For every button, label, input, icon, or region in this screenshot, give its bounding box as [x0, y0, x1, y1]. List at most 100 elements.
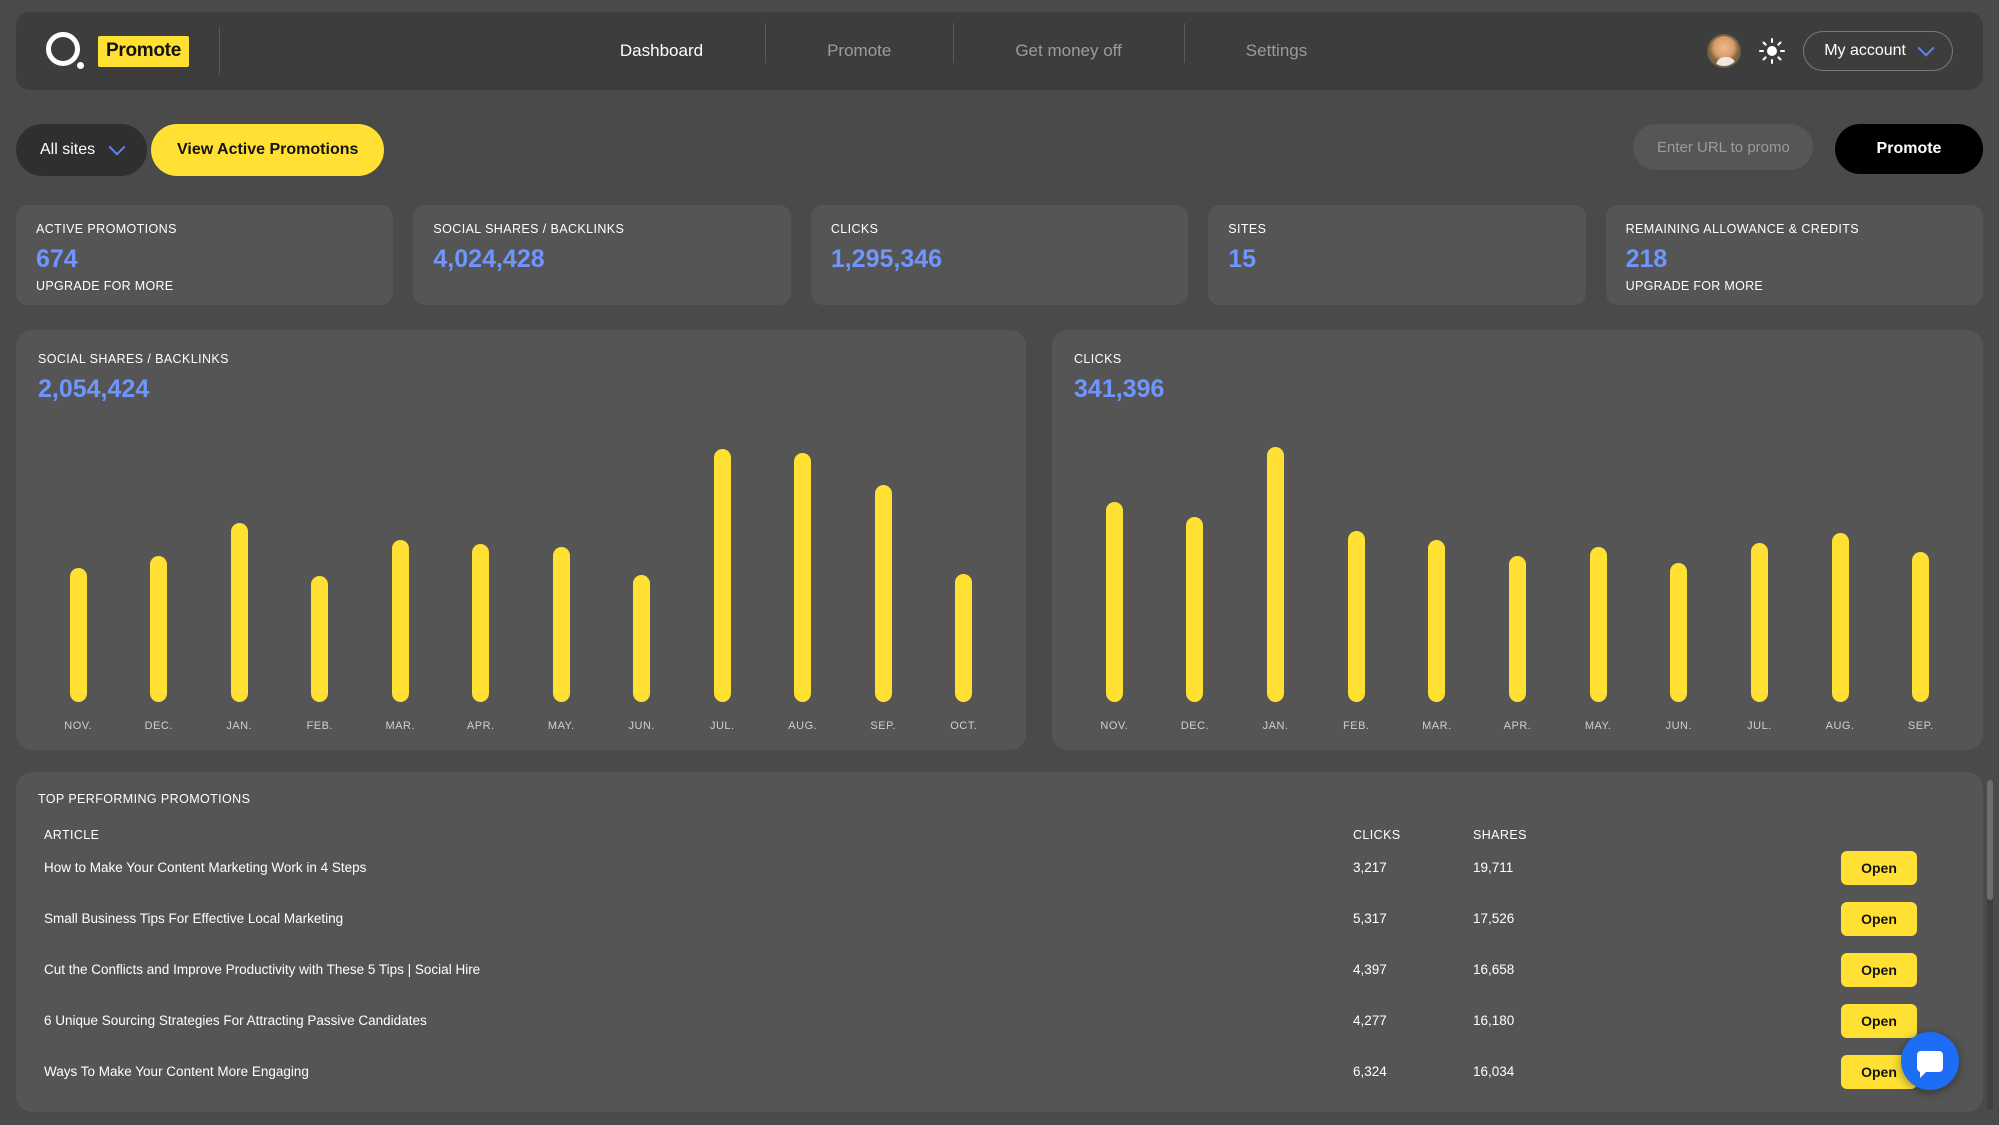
kpi-label: SOCIAL SHARES / BACKLINKS	[433, 222, 770, 236]
user-avatar[interactable]	[1707, 34, 1741, 68]
table-row: How to Make Your Content Marketing Work …	[38, 842, 1961, 893]
open-button[interactable]: Open	[1841, 902, 1917, 936]
open-button[interactable]: Open	[1841, 851, 1917, 885]
cell-shares: 16,180	[1473, 1013, 1723, 1028]
kpi-card-active-promotions: ACTIVE PROMOTIONS 674 UPGRADE FOR MORE	[16, 205, 393, 305]
cell-shares: 16,658	[1473, 962, 1723, 977]
sun-icon[interactable]	[1759, 38, 1785, 64]
bar-column	[1155, 440, 1236, 702]
column-header-article: ARTICLE	[38, 828, 1353, 842]
bar-column	[682, 440, 763, 702]
open-button[interactable]: Open	[1841, 1004, 1917, 1038]
bar	[633, 575, 650, 702]
bar	[311, 576, 328, 702]
main-nav: Dashboard Promote Get money off Settings	[220, 41, 1707, 61]
brand-name: Promote	[98, 36, 189, 67]
bar	[1348, 531, 1365, 702]
chart-clicks: CLICKS 341,396 NOV.DEC.JAN.FEB.MAR.APR.M…	[1052, 330, 1983, 750]
cell-article: Ways To Make Your Content More Engaging	[38, 1064, 1353, 1079]
cell-clicks: 4,277	[1353, 1013, 1473, 1028]
bar-series-left	[38, 440, 1004, 702]
brand-logo[interactable]: Promote	[16, 32, 189, 70]
cell-article: Cut the Conflicts and Improve Productivi…	[38, 962, 1353, 977]
kpi-card-clicks: CLICKS 1,295,346	[811, 205, 1188, 305]
kpi-label: CLICKS	[831, 222, 1168, 236]
bar	[1428, 540, 1445, 702]
cell-article: How to Make Your Content Marketing Work …	[38, 860, 1353, 875]
promote-button[interactable]: Promote	[1835, 124, 1983, 174]
bar-column	[119, 440, 200, 702]
axis-tick-label: MAR.	[1397, 720, 1478, 732]
kpi-label: SITES	[1228, 222, 1565, 236]
cell-action: Open	[1723, 953, 1961, 987]
bar	[875, 485, 892, 702]
kpi-value: 4,024,428	[433, 245, 770, 274]
view-active-promotions-button[interactable]: View Active Promotions	[151, 124, 384, 176]
bar-column	[280, 440, 361, 702]
all-sites-dropdown[interactable]: All sites	[16, 124, 147, 176]
bar-column	[38, 440, 119, 702]
bar	[150, 556, 167, 702]
circle-o-logo-icon	[46, 32, 84, 70]
bar-column	[441, 440, 522, 702]
axis-tick-label: APR.	[1477, 720, 1558, 732]
kpi-value: 15	[1228, 245, 1565, 274]
page-scrollbar[interactable]	[1987, 780, 1993, 1110]
bar	[1670, 563, 1687, 702]
table-row: Ways To Make Your Content More Engaging6…	[38, 1046, 1961, 1097]
kpi-label: ACTIVE PROMOTIONS	[36, 222, 373, 236]
column-header-shares: SHARES	[1473, 828, 1723, 842]
cell-shares: 19,711	[1473, 860, 1723, 875]
axis-tick-label: MAY.	[1558, 720, 1639, 732]
bar	[231, 523, 248, 702]
cell-action: Open	[1723, 851, 1961, 885]
bar-column	[843, 440, 924, 702]
axis-tick-label: MAR.	[360, 720, 441, 732]
bar	[1509, 556, 1526, 702]
promote-url-input[interactable]	[1633, 124, 1813, 170]
chat-bubble-icon[interactable]	[1901, 1032, 1959, 1090]
bar	[955, 574, 972, 702]
bar	[553, 547, 570, 702]
axis-tick-label: DEC.	[119, 720, 200, 732]
bar-column	[360, 440, 441, 702]
chart-label: SOCIAL SHARES / BACKLINKS	[38, 352, 1004, 366]
axis-tick-label: FEB.	[1316, 720, 1397, 732]
chart-total-value: 2,054,424	[38, 375, 1004, 404]
axis-tick-label: JUL.	[1719, 720, 1800, 732]
column-header-clicks: CLICKS	[1353, 828, 1473, 842]
cell-clicks: 6,324	[1353, 1064, 1473, 1079]
kpi-label: REMAINING ALLOWANCE & CREDITS	[1626, 222, 1963, 236]
bar-column	[1235, 440, 1316, 702]
bar-series-right	[1074, 440, 1961, 702]
axis-tick-label: SEP.	[1880, 720, 1961, 732]
axis-tick-label: JUN.	[1638, 720, 1719, 732]
bar-column	[199, 440, 280, 702]
axis-tick-label: MAY.	[521, 720, 602, 732]
axis-tick-label: AUG.	[1800, 720, 1881, 732]
nav-item-settings[interactable]: Settings	[1184, 41, 1369, 61]
bar-column	[1638, 440, 1719, 702]
cell-shares: 17,526	[1473, 911, 1723, 926]
bar-column	[1074, 440, 1155, 702]
nav-item-promote[interactable]: Promote	[765, 41, 953, 61]
bar-column	[521, 440, 602, 702]
bar	[794, 453, 811, 702]
top-performing-promotions-panel: TOP PERFORMING PROMOTIONS ARTICLE CLICKS…	[16, 772, 1983, 1112]
kpi-upgrade-link[interactable]: UPGRADE FOR MORE	[1626, 279, 1763, 293]
axis-tick-label: OCT.	[924, 720, 1005, 732]
bar	[1106, 502, 1123, 702]
kpi-upgrade-link[interactable]: UPGRADE FOR MORE	[36, 279, 173, 293]
bar	[70, 568, 87, 702]
nav-item-dashboard[interactable]: Dashboard	[558, 41, 765, 61]
chart-social-shares: SOCIAL SHARES / BACKLINKS 2,054,424 NOV.…	[16, 330, 1026, 750]
nav-item-get-money-off[interactable]: Get money off	[953, 41, 1183, 61]
top-navigation-bar: Promote Dashboard Promote Get money off …	[16, 12, 1983, 90]
axis-tick-label: JUL.	[682, 720, 763, 732]
table-body: How to Make Your Content Marketing Work …	[38, 842, 1961, 1097]
bar	[1912, 552, 1929, 702]
chevron-down-icon	[109, 139, 126, 156]
open-button[interactable]: Open	[1841, 953, 1917, 987]
my-account-button[interactable]: My account	[1803, 31, 1953, 71]
kpi-card-sites: SITES 15	[1208, 205, 1585, 305]
